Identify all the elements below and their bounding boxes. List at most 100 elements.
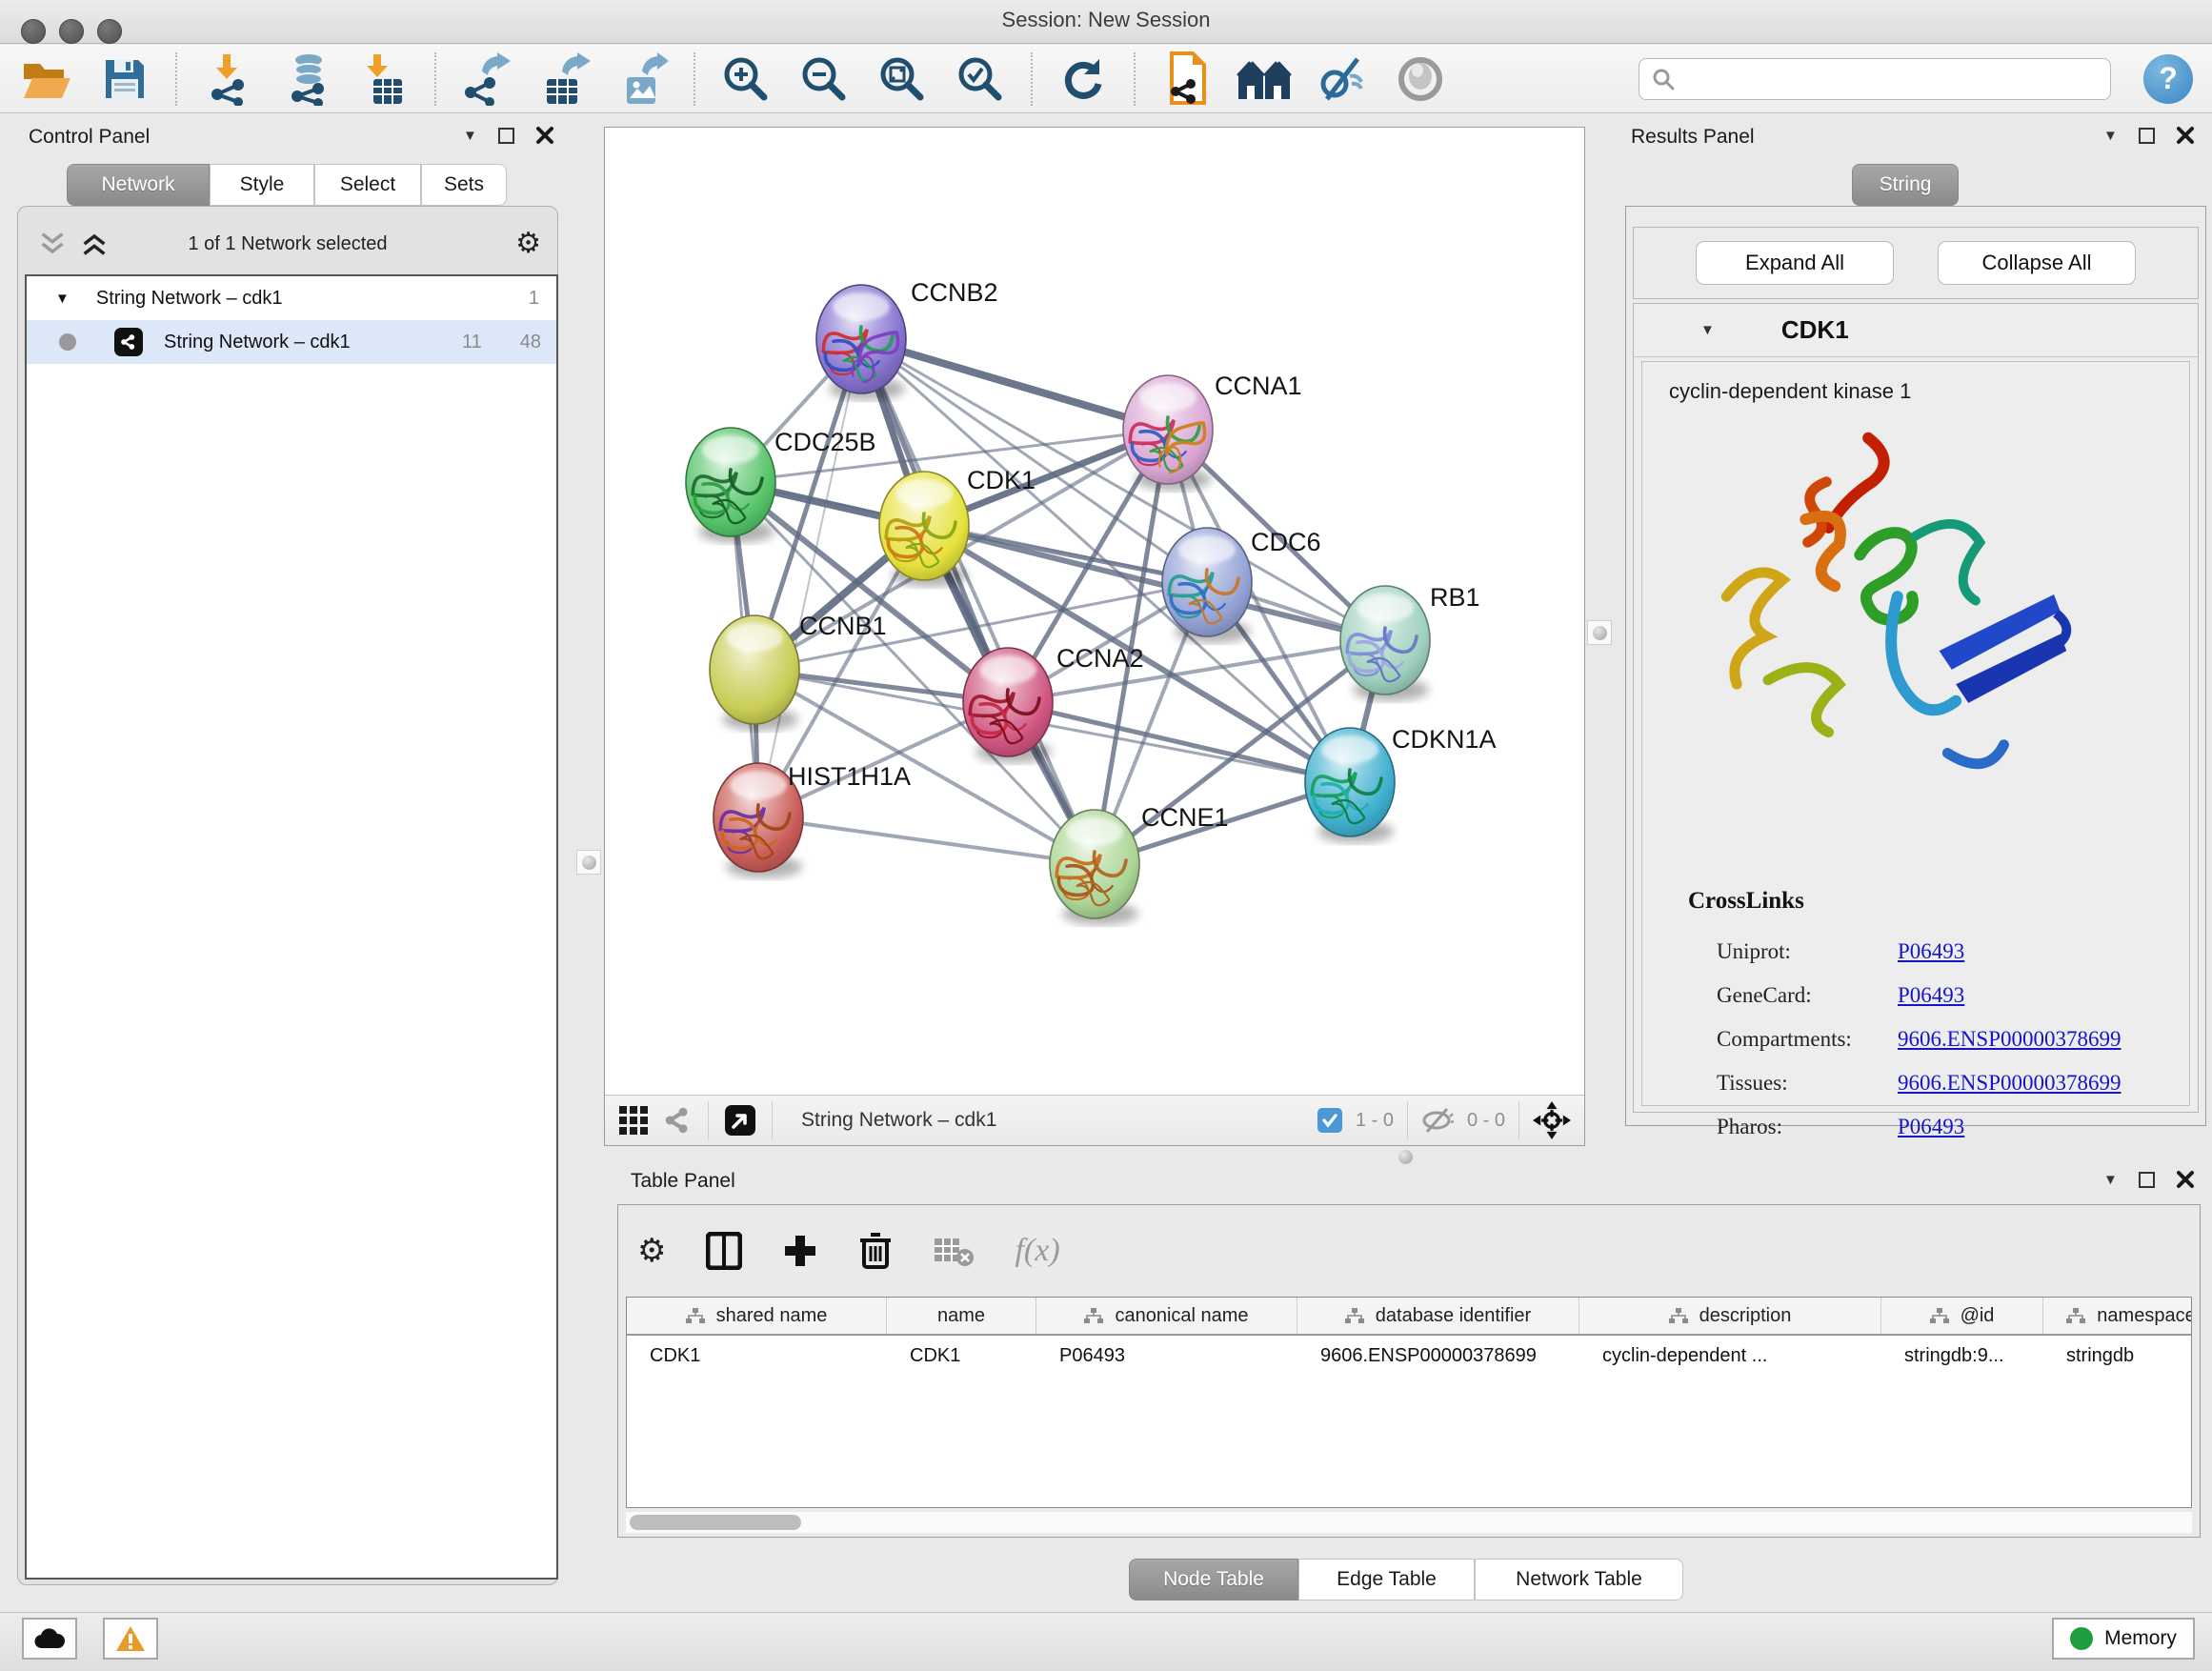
column-header-canonical-name[interactable]: canonical name	[1036, 1298, 1297, 1334]
network-node-CCNA2[interactable]	[963, 648, 1053, 763]
import-database-icon[interactable]	[278, 51, 333, 107]
tab-string[interactable]: String	[1852, 164, 1959, 206]
save-session-icon[interactable]	[97, 51, 152, 107]
section-collapse-icon[interactable]: ▼	[1700, 323, 1715, 337]
collapse-all-button[interactable]: Collapse All	[1938, 241, 2136, 285]
tree-expand-icon[interactable]: ▼	[55, 291, 70, 307]
close-panel-icon[interactable]	[2176, 126, 2195, 145]
crosslink-link[interactable]: P06493	[1898, 983, 1964, 1008]
network-node-RB1[interactable]	[1340, 586, 1430, 701]
selected-nodes-checkbox[interactable]	[1317, 1108, 1342, 1133]
zoom-fit-icon[interactable]	[875, 51, 930, 107]
collapse-panel-icon[interactable]: ▼	[2103, 129, 2118, 143]
table-panel-title: Table Panel	[631, 1170, 735, 1193]
table-cell[interactable]: stringdb:9...	[1881, 1345, 2043, 1367]
float-panel-icon[interactable]	[2139, 128, 2155, 144]
share-view-icon[interactable]	[664, 1106, 693, 1135]
warning-icon	[115, 1625, 146, 1652]
tab-network-table[interactable]: Network Table	[1475, 1559, 1683, 1601]
help-icon[interactable]: ?	[2143, 54, 2193, 104]
table-cell[interactable]: P06493	[1036, 1345, 1297, 1367]
network-node-CDC25B[interactable]	[686, 428, 775, 543]
table-cell[interactable]: CDK1	[627, 1345, 887, 1367]
open-session-icon[interactable]	[19, 51, 74, 107]
float-panel-icon[interactable]	[2139, 1172, 2155, 1188]
right-divider-handle[interactable]	[1587, 620, 1612, 645]
export-image-icon[interactable]	[615, 51, 671, 107]
show-columns-icon[interactable]	[706, 1232, 742, 1270]
network-canvas[interactable]: CCNB2CCNA1CDC25BCDK1CDC6RB1CCNB1CCNA2CDK…	[605, 128, 1584, 1094]
fit-selected-crosshair-icon[interactable]	[1533, 1101, 1571, 1139]
network-collection-row[interactable]: ▼ String Network – cdk1 1	[27, 276, 556, 320]
export-network-icon[interactable]	[459, 51, 514, 107]
cloud-status-button[interactable]	[22, 1618, 77, 1660]
document-share-icon[interactable]	[1158, 51, 1214, 107]
column-header-shared-name[interactable]: shared name	[627, 1298, 887, 1334]
column-header--id[interactable]: @id	[1881, 1298, 2043, 1334]
warning-status-button[interactable]	[103, 1618, 158, 1660]
table-row[interactable]: CDK1CDK1P064939606.ENSP00000378699cyclin…	[627, 1336, 2191, 1376]
column-header-description[interactable]: description	[1579, 1298, 1881, 1334]
crosslink-link[interactable]: P06493	[1898, 939, 1964, 964]
hide-glasses-icon[interactable]	[1315, 51, 1370, 107]
network-node-CDK1[interactable]	[879, 472, 969, 587]
table-hscrollbar-thumb[interactable]	[630, 1515, 801, 1530]
zoom-out-icon[interactable]	[796, 51, 852, 107]
close-panel-icon[interactable]	[535, 126, 554, 145]
column-header-database-identifier[interactable]: database identifier	[1297, 1298, 1579, 1334]
add-column-icon[interactable]	[782, 1233, 818, 1269]
crosslink-label: Compartments:	[1717, 1027, 1898, 1052]
column-header-name[interactable]: name	[887, 1298, 1036, 1334]
selected-node-edge-counts: 1 - 0	[1356, 1110, 1394, 1132]
close-panel-icon[interactable]	[2176, 1170, 2195, 1189]
cdk1-section-header[interactable]: ▼ CDK1	[1634, 304, 2198, 357]
bottom-divider-handle[interactable]	[1398, 1150, 1413, 1164]
expand-all-button[interactable]: Expand All	[1696, 241, 1894, 285]
memory-button[interactable]: Memory	[2052, 1618, 2195, 1660]
import-network-icon[interactable]	[200, 51, 255, 107]
network-row-selected[interactable]: String Network – cdk1 11 48	[27, 320, 556, 364]
table-cell[interactable]: 9606.ENSP00000378699	[1297, 1345, 1579, 1367]
table-cell[interactable]: CDK1	[887, 1345, 1036, 1367]
tab-node-table[interactable]: Node Table	[1129, 1559, 1298, 1601]
tab-edge-table[interactable]: Edge Table	[1298, 1559, 1475, 1601]
zoom-selected-icon[interactable]	[953, 51, 1008, 107]
crosslink-link[interactable]: 9606.ENSP00000378699	[1898, 1071, 2122, 1096]
refresh-icon[interactable]	[1056, 51, 1111, 107]
crosslink-link[interactable]: P06493	[1898, 1115, 1964, 1139]
tab-style[interactable]: Style	[210, 164, 314, 206]
collapse-panel-icon[interactable]: ▼	[2103, 1173, 2118, 1187]
left-divider-handle[interactable]	[576, 850, 601, 875]
export-table-icon[interactable]	[537, 51, 593, 107]
zoom-in-icon[interactable]	[718, 51, 774, 107]
node-table: shared namenamecanonical namedatabase id…	[626, 1297, 2192, 1508]
delete-column-icon[interactable]	[858, 1231, 893, 1271]
import-table-icon[interactable]	[356, 51, 412, 107]
network-edge-HIST1H1A-CCNE1[interactable]	[758, 817, 1095, 864]
search-field[interactable]	[1639, 58, 2111, 100]
show-sphere-icon[interactable]	[1393, 51, 1448, 107]
network-node-CCNA1[interactable]	[1123, 375, 1213, 491]
search-input[interactable]	[1683, 68, 2093, 90]
grid-view-icon[interactable]	[618, 1105, 649, 1136]
table-options-gear-icon[interactable]: ⚙	[637, 1235, 666, 1267]
network-edge-CCNB2-CCNA1[interactable]	[861, 339, 1168, 430]
tab-select[interactable]: Select	[314, 164, 421, 206]
table-cell[interactable]: cyclin-dependent ...	[1579, 1345, 1881, 1367]
network-node-CDKN1A[interactable]	[1305, 728, 1395, 843]
control-panel-tabs: NetworkStyleSelectSets	[67, 164, 507, 206]
network-node-CCNB1[interactable]	[710, 615, 799, 731]
network-node-CCNB2[interactable]	[816, 285, 906, 400]
column-header-namespace[interactable]: namespace	[2043, 1298, 2192, 1334]
tab-network[interactable]: Network	[67, 164, 210, 206]
crosslink-link[interactable]: 9606.ENSP00000378699	[1898, 1027, 2122, 1052]
table-cell[interactable]: stringdb	[2043, 1345, 2192, 1367]
table-hscrollbar[interactable]	[626, 1512, 2192, 1533]
string-home-icon[interactable]	[1237, 51, 1292, 107]
birdseye-view-icon[interactable]	[724, 1104, 756, 1137]
float-panel-icon[interactable]	[498, 128, 514, 144]
network-edge-CCNB2-HIST1H1A[interactable]	[758, 339, 861, 817]
tab-sets[interactable]: Sets	[421, 164, 507, 206]
network-node-CCNE1[interactable]	[1050, 810, 1139, 925]
collapse-panel-icon[interactable]: ▼	[463, 129, 477, 143]
